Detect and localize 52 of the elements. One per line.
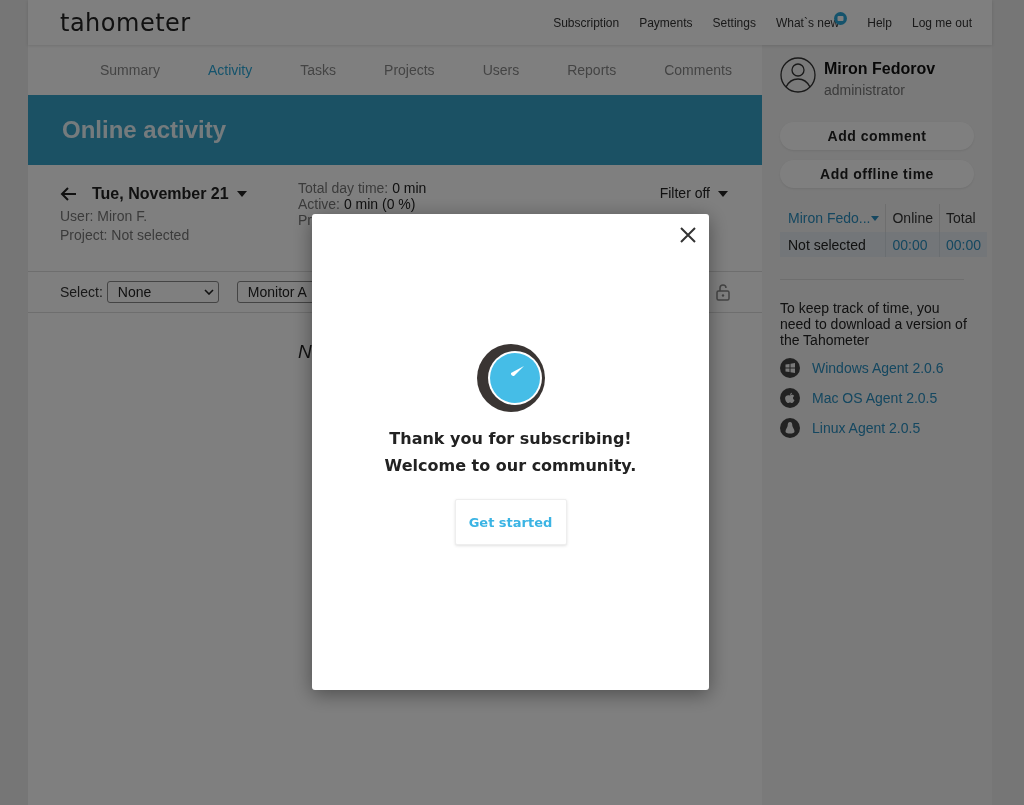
gauge-icon [475,343,546,413]
avatar-icon [780,57,816,93]
add-offline-time-button[interactable]: Add offline time [780,160,974,188]
filter-dropdown[interactable]: Filter off [659,185,728,205]
download-link[interactable]: Linux Agent 2.0.5 [812,420,921,436]
download-link[interactable]: Windows Agent 2.0.6 [812,360,944,376]
close-icon [679,226,697,244]
page-title: Online activity [62,116,227,144]
close-button[interactable] [679,226,697,244]
nav-link[interactable]: Help [867,15,892,30]
nav-tab[interactable]: Reports [543,62,641,78]
nav-link[interactable]: Payments [639,15,693,30]
download-link[interactable]: Mac OS Agent 2.0.5 [812,390,938,406]
date-picker[interactable]: Tue, November 21 [92,185,247,203]
table-cell: Not selected [780,232,886,257]
penguin-icon [780,418,800,438]
empty-message: N [298,341,312,362]
nav-tab[interactable]: Tasks [276,62,361,78]
user-label: User: Miron F. [60,208,149,224]
nav-tab[interactable]: Summary [76,62,184,78]
back-arrow-icon[interactable] [60,186,78,202]
nav-tab[interactable]: Projects [360,62,459,78]
get-started-button[interactable]: Get started [454,499,567,545]
nav-tab[interactable]: Comments [640,62,756,78]
table-cell: 00:00 [939,232,987,257]
caret-icon [718,191,728,197]
nav-link[interactable]: Settings [712,15,756,30]
select-field[interactable]: None [106,281,219,303]
lock-icon[interactable] [716,283,730,301]
caret-icon [236,191,247,197]
modal-heading: Welcome to our community. [384,455,637,477]
select-label: Select: [60,284,103,300]
nav-link[interactable]: Log me out [911,15,972,30]
user-name: Miron Fedorov [824,60,936,78]
user-dropdown[interactable]: Miron Fedo... [788,210,880,226]
caret-icon [871,215,880,221]
download-note: To keep track of time, you need to download a version of the Tahometer [780,300,968,348]
user-role: administrator [824,82,906,98]
stat-text: Active: 0 min (0 %) [298,196,417,212]
modal-heading: Thank you for subscribing! [388,428,633,450]
apple-logo-icon [780,388,800,408]
windows-logo-icon [780,358,800,378]
nav-tab[interactable]: Activity [183,62,277,78]
chevron-icon [203,289,214,295]
nav-link[interactable]: Subscription [553,15,620,30]
stat-text: Total day time: 0 min [298,180,428,196]
add-comment-button[interactable]: Add comment [780,122,974,150]
project-label: Project: Not selected [60,227,191,243]
stat-text: Pr [298,212,313,228]
nav-tab[interactable]: Users [458,62,544,78]
table-cell: 00:00 [886,232,940,257]
logo: tahometer [60,8,191,37]
